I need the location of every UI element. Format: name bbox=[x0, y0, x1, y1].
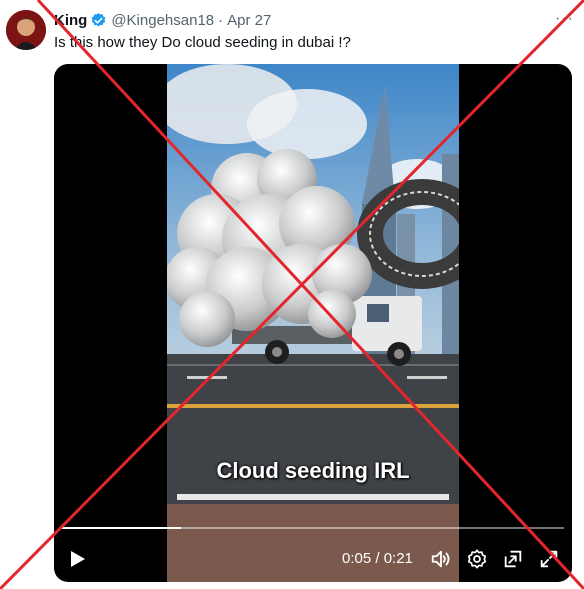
settings-gear-icon[interactable] bbox=[464, 546, 490, 572]
progress-fill bbox=[62, 527, 182, 529]
video-controls: 0:05 / 0:21 bbox=[54, 542, 572, 576]
display-name[interactable]: King bbox=[54, 12, 87, 29]
avatar[interactable] bbox=[6, 10, 46, 50]
verified-badge-icon bbox=[90, 12, 107, 29]
picture-in-picture-icon[interactable] bbox=[500, 546, 526, 572]
fullscreen-icon[interactable] bbox=[536, 546, 562, 572]
tweet-date[interactable]: Apr 27 bbox=[227, 12, 271, 29]
tweet-text: Is this how they Do cloud seeding in dub… bbox=[54, 34, 351, 51]
progress-bar[interactable] bbox=[62, 527, 564, 529]
separator-dot: · bbox=[218, 11, 224, 29]
video-caption: Cloud seeding IRL bbox=[216, 458, 410, 483]
volume-icon[interactable] bbox=[428, 546, 454, 572]
more-options-icon[interactable]: ··· bbox=[555, 10, 574, 28]
play-icon[interactable] bbox=[64, 546, 90, 572]
video-player[interactable]: Cloud seeding IRL 0:05 / 0:21 bbox=[54, 64, 572, 582]
time-display: 0:05 / 0:21 bbox=[342, 550, 413, 567]
tweet-header: King @Kingehsan18 · Apr 27 bbox=[54, 10, 574, 30]
user-handle[interactable]: @Kingehsan18 bbox=[111, 12, 214, 29]
video-frame[interactable]: Cloud seeding IRL bbox=[167, 64, 459, 582]
